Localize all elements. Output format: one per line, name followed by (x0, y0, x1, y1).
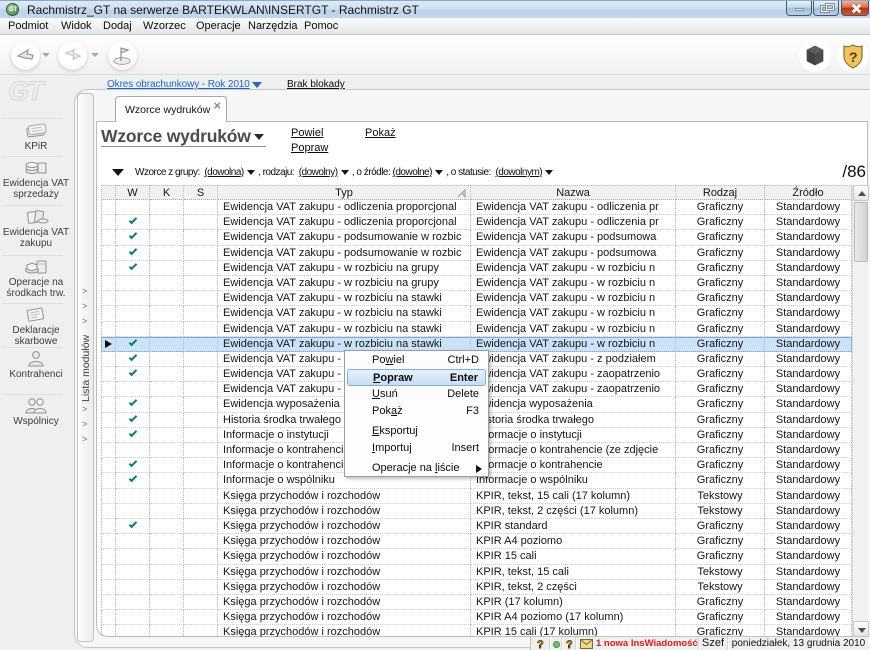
svg-text:?: ? (537, 639, 544, 650)
svg-text:?: ? (849, 49, 858, 65)
svg-text:?: ? (566, 639, 573, 650)
